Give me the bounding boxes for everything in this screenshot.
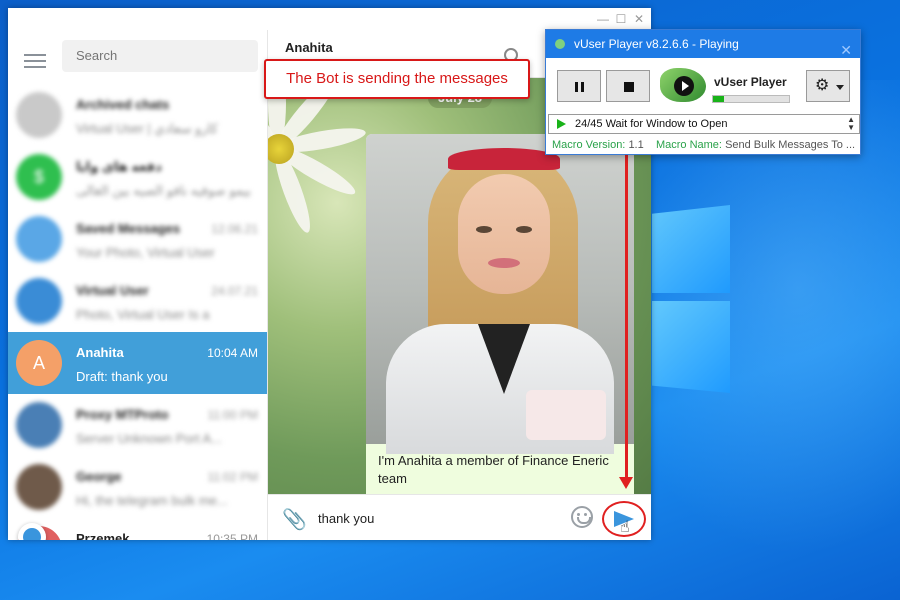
chat-time: 11:02 PM <box>207 470 258 484</box>
avatar <box>16 278 62 324</box>
chat-list: Archived chats Virtual User | كارو سعادي $… <box>8 84 267 540</box>
message-input[interactable] <box>318 507 558 529</box>
vuser-app-icon <box>555 39 565 49</box>
chat-preview: بیمو صوفیه نافو الصیه بین الغالی <box>76 183 251 198</box>
chat-name: Przemek <box>76 531 130 540</box>
macro-name-value: Send Bulk Messages To ... <box>725 139 856 151</box>
avatar: $ <box>16 154 62 200</box>
chat-item[interactable]: Archived chats Virtual User | كارو سعادي <box>8 84 267 146</box>
close-icon[interactable]: ✕ <box>631 11 647 27</box>
macro-version-value: 1.1 <box>628 139 644 151</box>
chat-preview: Your Photo, Virtual User <box>76 245 215 260</box>
macro-version-label: Macro Version: <box>552 139 626 151</box>
avatar <box>16 464 62 510</box>
macro-progress-bar <box>712 95 790 103</box>
macro-status-text: 24/45 Wait for Window to Open <box>575 118 728 130</box>
sidebar: Archived chats Virtual User | كارو سعادي $… <box>8 30 268 540</box>
vuser-titlebar: vUser Player v8.2.6.6 - Playing ✕ <box>546 30 860 58</box>
avatar <box>16 92 62 138</box>
chat-name: Archived chats <box>76 97 170 112</box>
play-icon <box>557 119 566 129</box>
chat-preview: Hi, the telegram bulk me... <box>76 493 228 508</box>
chat-time: 10:35 PM <box>206 532 258 540</box>
chat-name: Proxy MTProto <box>76 407 169 422</box>
vuser-app-name: vUser Player <box>714 75 787 89</box>
chat-item[interactable]: Saved Messages 12.06.21 Your Photo, Virtua… <box>8 208 267 270</box>
chat-item[interactable]: George 11:02 PM Hi, the telegram bulk me..… <box>8 456 267 518</box>
chat-name: Saved Messages <box>76 221 181 236</box>
macro-meta: Macro Version: 1.1 Macro Name: Send Bulk… <box>552 139 855 151</box>
chat-title[interactable]: Anahita <box>285 40 333 55</box>
macro-status-field[interactable]: 24/45 Wait for Window to Open ▲ ▼ <box>548 114 860 134</box>
pause-icon <box>575 82 578 92</box>
avatar <box>16 402 62 448</box>
chat-time: 12.06.21 <box>211 222 258 236</box>
vuser-window-title: vUser Player v8.2.6.6 - Playing <box>574 37 739 51</box>
chat-preview: Server Unknown Port A... <box>76 431 222 446</box>
message-bubble[interactable]: I'm Anahita a member of Finance Eneric t… <box>366 134 634 494</box>
stop-button[interactable] <box>606 70 650 102</box>
chat-name: دفعه های وایا <box>76 159 162 174</box>
stop-icon <box>624 82 634 92</box>
paperclip-icon[interactable]: 📎 <box>282 507 307 531</box>
search-input[interactable] <box>62 40 258 72</box>
composer: 📎 ☝ <box>268 494 651 540</box>
chat-item[interactable]: Przemek 10:35 PM <box>8 518 267 540</box>
chat-item[interactable]: $ دفعه های وایا بیمو صوفیه نافو الصیه بین … <box>8 146 267 208</box>
message-photo[interactable] <box>366 134 634 454</box>
annotation-arrow-line <box>625 131 628 479</box>
pause-button[interactable] <box>557 70 601 102</box>
chat-time: 11:00 PM <box>207 408 258 422</box>
chevron-down-icon <box>836 85 844 90</box>
chat-name: Virtual User <box>76 283 149 298</box>
avatar: A <box>16 340 62 386</box>
vuser-player-window: vUser Player v8.2.6.6 - Playing ✕ vUser … <box>545 29 861 155</box>
chat-time: 10:04 AM <box>207 346 258 360</box>
emoji-icon[interactable] <box>571 506 593 528</box>
message-text: I'm Anahita a member of Finance Eneric t… <box>378 453 609 486</box>
chat-time: 24.07.21 <box>211 284 258 298</box>
settings-button[interactable]: ⚙ <box>806 70 850 102</box>
minimize-icon[interactable]: — <box>595 11 611 27</box>
menu-icon[interactable] <box>24 54 46 70</box>
spinner-icon[interactable]: ▲ ▼ <box>847 116 855 132</box>
send-button[interactable]: ☝ <box>602 501 646 537</box>
avatar <box>16 216 62 262</box>
telegram-titlebar: — ☐ ✕ <box>8 8 651 30</box>
chat-item[interactable]: Proxy MTProto 11:00 PM Server Unknown Port… <box>8 394 267 456</box>
gear-icon: ⚙ <box>815 77 830 94</box>
windows-logo <box>652 205 732 395</box>
annotation-arrowhead <box>619 477 633 489</box>
macro-name-label: Macro Name: <box>655 139 722 151</box>
chat-preview: Virtual User | كارو سعادي <box>76 121 218 136</box>
chat-item[interactable]: Virtual User 24.07.21 Photo, Virtual User … <box>8 270 267 332</box>
chat-item[interactable]: A Anahita 10:04 AM Draft: thank you <box>8 332 267 394</box>
chat-name: Anahita <box>76 345 124 360</box>
vuser-logo <box>660 68 708 104</box>
annotation-callout: The Bot is sending the messages <box>264 59 530 99</box>
chat-name: George <box>76 469 122 484</box>
maximize-icon[interactable]: ☐ <box>613 11 629 27</box>
chat-preview: Photo, Virtual User Is a <box>76 307 210 322</box>
chat-preview: Draft: thank you <box>76 369 168 384</box>
macro-progress-fill <box>713 96 725 102</box>
close-icon[interactable]: ✕ <box>840 36 852 64</box>
hand-cursor-icon: ☝ <box>620 519 630 536</box>
